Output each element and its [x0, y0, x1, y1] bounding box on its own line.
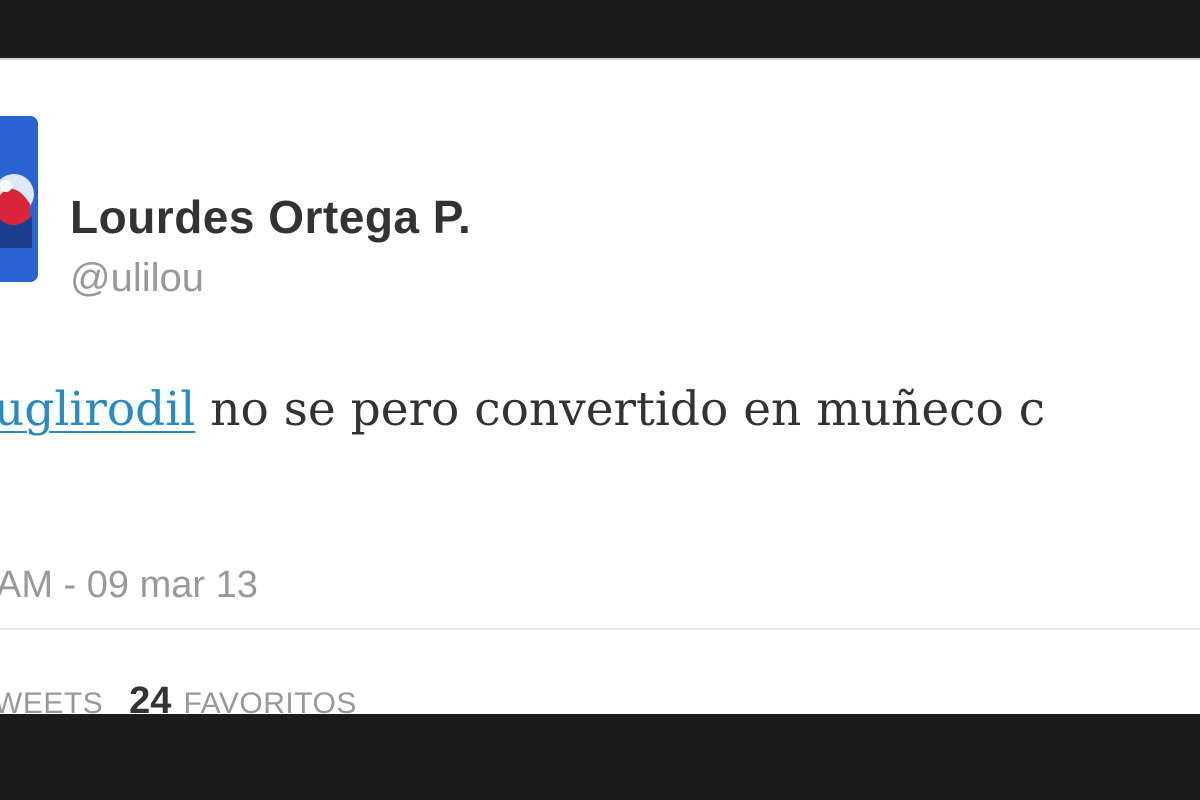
top-black-bar — [0, 0, 1200, 58]
profile-photo-icon — [0, 116, 38, 282]
retweets-label[interactable]: WEETS — [0, 687, 103, 714]
user-handle[interactable]: @ulilou — [70, 256, 204, 301]
tweet-timestamp[interactable]: AM - 09 mar 13 — [0, 564, 258, 607]
display-name[interactable]: Lourdes Ortega P. — [70, 190, 471, 244]
tweet-card: Lourdes Ortega P. @ulilou uglirodil no s… — [0, 58, 1200, 714]
favorites-label[interactable]: FAVORITOS — [183, 687, 356, 714]
tweet-text: uglirodil no se pero convertido en muñec… — [0, 382, 1045, 437]
tweet-body: no se pero convertido en muñeco c — [195, 382, 1046, 437]
mention-link[interactable]: uglirodil — [0, 382, 195, 437]
avatar[interactable] — [0, 116, 38, 282]
divider — [0, 628, 1200, 630]
favorites-count[interactable]: 24 — [129, 680, 171, 714]
tweet-stats: WEETS 24 FAVORITOS — [0, 680, 357, 714]
bottom-black-bar — [0, 714, 1200, 800]
